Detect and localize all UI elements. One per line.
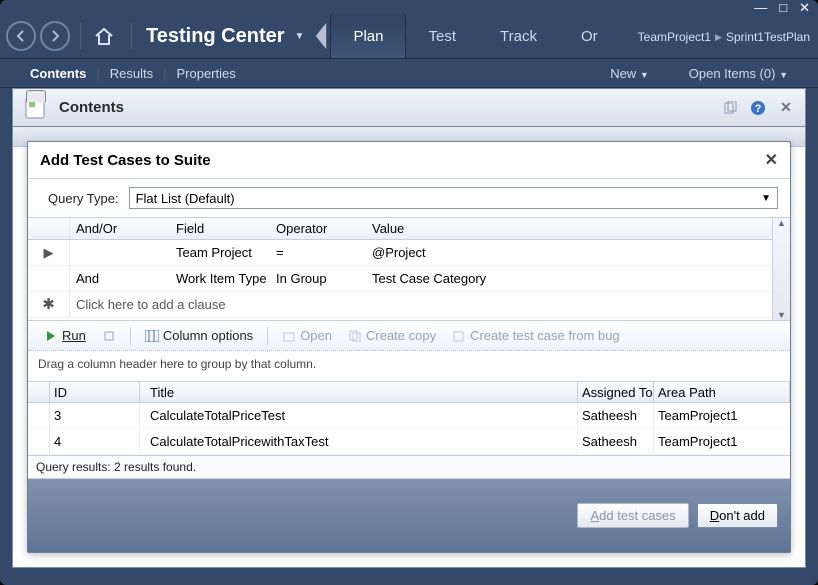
chevron-left-icon <box>314 23 328 49</box>
new-dropdown[interactable]: New ▼ <box>600 66 659 81</box>
add-test-cases-button: Add test cases <box>577 503 688 528</box>
minimize-button[interactable]: — <box>754 3 767 13</box>
breadcrumb-project[interactable]: TeamProject1 <box>638 30 711 44</box>
subnav-properties[interactable]: Properties <box>166 66 245 81</box>
forward-arrow-icon <box>49 30 61 42</box>
subnav-contents[interactable]: Contents <box>20 66 96 81</box>
panel-title: Contents <box>59 99 711 116</box>
tab-scroll-left[interactable] <box>312 17 330 55</box>
result-row[interactable]: 3 CalculateTotalPriceTest Satheesh TeamP… <box>28 403 790 429</box>
col-area[interactable]: Area Path <box>654 382 790 402</box>
panel-close-icon[interactable]: ✕ <box>777 99 795 117</box>
dont-add-button[interactable]: Don't add <box>697 503 778 528</box>
panel-header: Contents ? ✕ <box>12 88 806 126</box>
results-grid: ID Title Assigned To Area Path 3 Calcula… <box>28 381 790 455</box>
result-row[interactable]: 4 CalculateTotalPricewithTaxTest Sathees… <box>28 429 790 455</box>
row-selector-icon[interactable]: ▶ <box>28 240 70 265</box>
create-copy-button: Create copy <box>342 326 442 345</box>
tab-test[interactable]: Test <box>406 14 478 58</box>
titlebar: — □ ✕ <box>0 0 818 14</box>
dialog-close-icon[interactable]: ✕ <box>765 150 778 170</box>
query-toolbar: Run Column options Open Create copy <box>28 321 790 351</box>
app-window: — □ ✕ Testing Center ▼ Plan Test Track O… <box>0 0 818 585</box>
app-dropdown-icon[interactable]: ▼ <box>295 31 305 42</box>
play-icon <box>44 329 58 343</box>
breadcrumb-separator-icon: ▶ <box>715 32 722 43</box>
sub-navigation: Contents | Results | Properties New ▼ Op… <box>0 58 818 88</box>
breadcrumb-plan[interactable]: Sprint1TestPlan <box>726 30 810 44</box>
query-type-row: Query Type: Flat List (Default) ▼ <box>28 179 790 217</box>
main-tabs: Plan Test Track Or <box>330 14 619 58</box>
tab-rider <box>26 90 46 102</box>
divider <box>80 23 81 49</box>
panel-copy-icon[interactable] <box>721 99 739 117</box>
results-header-row: ID Title Assigned To Area Path <box>28 381 790 403</box>
content-area: Add Test Cases to Suite ✕ Query Type: Fl… <box>12 126 806 568</box>
stop-icon <box>102 329 116 343</box>
back-arrow-icon <box>15 30 27 42</box>
add-clause-row[interactable]: ✱ Click here to add a clause <box>28 292 790 318</box>
query-clauses-grid: And/Or Field Operator Value ▶ Team Proje… <box>28 217 790 321</box>
open-items-dropdown[interactable]: Open Items (0) ▼ <box>679 66 798 81</box>
col-assigned[interactable]: Assigned To <box>578 382 654 402</box>
tab-track[interactable]: Track <box>478 14 559 58</box>
divider <box>131 23 132 49</box>
add-test-cases-dialog: Add Test Cases to Suite ✕ Query Type: Fl… <box>27 141 791 553</box>
clauses-scrollbar[interactable]: ▲▼ <box>772 218 790 320</box>
svg-text:?: ? <box>755 103 762 115</box>
clause-row[interactable]: ▶ Team Project = @Project <box>28 240 790 266</box>
create-from-bug-button: Create test case from bug <box>446 326 626 345</box>
breadcrumb: TeamProject1 ▶ Sprint1TestPlan <box>638 30 810 44</box>
home-button[interactable] <box>93 25 119 47</box>
query-type-select[interactable]: Flat List (Default) ▼ <box>129 187 778 209</box>
open-icon <box>282 329 296 343</box>
subnav-results[interactable]: Results <box>100 66 163 81</box>
add-clause-placeholder: Click here to add a clause <box>70 292 790 317</box>
col-value[interactable]: Value <box>368 218 772 239</box>
bug-icon <box>452 329 466 343</box>
query-type-label: Query Type: <box>48 191 119 206</box>
clause-row[interactable]: And Work Item Type In Group Test Case Ca… <box>28 266 790 292</box>
query-type-value: Flat List (Default) <box>136 191 235 206</box>
column-options-button[interactable]: Column options <box>139 326 259 345</box>
top-navigation: Testing Center ▼ Plan Test Track Or Team… <box>0 14 818 58</box>
maximize-button[interactable]: □ <box>779 3 787 13</box>
copy-icon <box>348 329 362 343</box>
col-andor[interactable]: And/Or <box>70 218 172 239</box>
forward-button[interactable] <box>40 21 70 51</box>
dialog-footer: Add test cases Don't add <box>28 479 790 552</box>
col-id[interactable]: ID <box>50 382 140 402</box>
chevron-down-icon: ▼ <box>761 193 771 204</box>
tab-organize[interactable]: Or <box>559 14 620 58</box>
col-title[interactable]: Title <box>140 382 578 402</box>
tab-plan[interactable]: Plan <box>330 14 406 58</box>
asterisk-icon: ✱ <box>28 292 70 317</box>
col-operator[interactable]: Operator <box>272 218 368 239</box>
app-title[interactable]: Testing Center <box>138 25 293 48</box>
home-icon <box>93 25 115 47</box>
col-field[interactable]: Field <box>172 218 272 239</box>
close-window-button[interactable]: ✕ <box>799 3 810 13</box>
dialog-title: Add Test Cases to Suite <box>40 152 211 169</box>
open-button: Open <box>276 326 338 345</box>
help-icon[interactable]: ? <box>749 99 767 117</box>
query-status: Query results: 2 results found. <box>28 455 790 479</box>
dialog-titlebar: Add Test Cases to Suite ✕ <box>28 142 790 179</box>
clause-header-row: And/Or Field Operator Value <box>28 218 790 240</box>
columns-icon <box>145 329 159 343</box>
back-button[interactable] <box>6 21 36 51</box>
grouping-hint[interactable]: Drag a column header here to group by th… <box>28 351 790 381</box>
stop-button[interactable] <box>96 327 122 345</box>
run-button[interactable]: Run <box>38 326 92 345</box>
